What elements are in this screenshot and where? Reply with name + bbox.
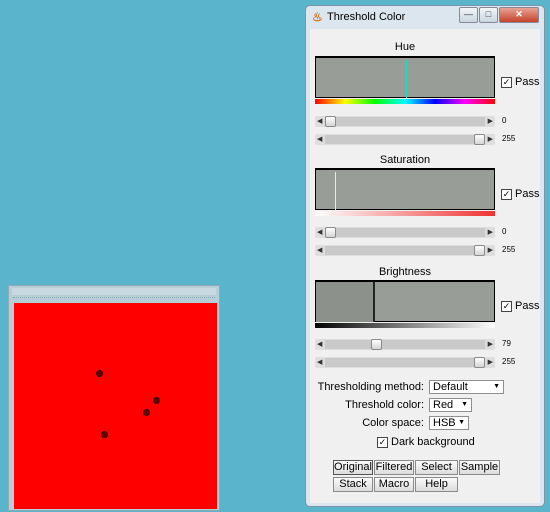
stack-button[interactable]: Stack	[333, 477, 373, 492]
dialog-body: Hue ✓ Pass ◀ ▶ 0 ◀ ▶ 255 Saturation ✓ Pa…	[310, 29, 540, 503]
dark-background-checkbox[interactable]: ✓ Dark background	[377, 436, 475, 448]
thresholding-method-select[interactable]: Default ▼	[429, 380, 504, 394]
right-arrow-icon[interactable]: ▶	[488, 116, 493, 127]
chevron-down-icon: ▼	[461, 401, 468, 408]
hue-max-slider[interactable]: ◀ ▶	[315, 134, 495, 145]
dark-background-label: Dark background	[391, 436, 475, 448]
color-space-select[interactable]: HSB ▼	[429, 416, 469, 430]
image-spot	[101, 431, 108, 438]
right-arrow-icon[interactable]: ▶	[488, 134, 493, 145]
image-window-titlebar[interactable]	[12, 288, 216, 295]
slider-thumb[interactable]	[474, 134, 485, 145]
minimize-icon[interactable]: —	[459, 7, 478, 23]
hue-pass-checkbox[interactable]: ✓ Pass	[501, 76, 539, 88]
hue-spectrum-bar	[315, 99, 495, 104]
saturation-gradient-bar	[315, 211, 495, 216]
threshold-color-select[interactable]: Red ▼	[429, 398, 472, 412]
left-arrow-icon[interactable]: ◀	[317, 227, 322, 238]
maximize-icon[interactable]: □	[479, 7, 498, 23]
left-arrow-icon[interactable]: ◀	[317, 116, 322, 127]
threshold-color-value: Red	[433, 399, 454, 411]
slider-thumb[interactable]	[474, 245, 485, 256]
window-titlebar[interactable]: ♨ Threshold Color — □ ✕	[306, 6, 544, 27]
chevron-down-icon: ▼	[458, 419, 465, 426]
image-spot	[153, 397, 160, 404]
slider-thumb[interactable]	[325, 116, 336, 127]
imagej-app-icon: ♨	[312, 10, 323, 24]
dark-background-check[interactable]: ✓	[377, 436, 388, 448]
hue-title: Hue	[394, 41, 416, 53]
chevron-down-icon: ▼	[493, 383, 500, 390]
saturation-pass-label: Pass	[515, 188, 540, 200]
saturation-histogram	[315, 168, 495, 210]
thresholding-method-label: Thresholding method:	[317, 381, 424, 393]
sample-button[interactable]: Sample	[459, 460, 500, 475]
image-canvas[interactable]	[14, 303, 217, 509]
brightness-min-value: 79	[502, 339, 511, 348]
left-arrow-icon[interactable]: ◀	[317, 357, 322, 368]
hue-histogram	[315, 56, 495, 98]
brightness-pass-checkbox[interactable]: ✓ Pass	[501, 300, 539, 312]
image-window[interactable]	[8, 285, 220, 511]
brightness-below-range	[316, 282, 374, 322]
left-arrow-icon[interactable]: ◀	[317, 245, 322, 256]
left-arrow-icon[interactable]: ◀	[317, 134, 322, 145]
hue-min-slider[interactable]: ◀ ▶	[315, 116, 495, 127]
brightness-max-value: 255	[502, 357, 516, 366]
hue-histogram-peak	[406, 60, 407, 98]
brightness-histogram	[315, 280, 495, 322]
slider-thumb[interactable]	[474, 357, 485, 368]
hue-max-value: 255	[502, 134, 516, 143]
saturation-title: Saturation	[379, 154, 431, 166]
filtered-button[interactable]: Filtered	[374, 460, 414, 475]
right-arrow-icon[interactable]: ▶	[488, 339, 493, 350]
right-arrow-icon[interactable]: ▶	[488, 357, 493, 368]
saturation-min-value: 0	[502, 227, 507, 236]
macro-button[interactable]: Macro	[374, 477, 414, 492]
original-button[interactable]: Original	[333, 460, 373, 475]
right-arrow-icon[interactable]: ▶	[488, 227, 493, 238]
slider-thumb[interactable]	[325, 227, 336, 238]
close-icon[interactable]: ✕	[499, 7, 539, 23]
hue-pass-check[interactable]: ✓	[501, 76, 512, 88]
threshold-color-label: Threshold color:	[345, 399, 424, 411]
hue-min-value: 0	[502, 116, 507, 125]
saturation-pass-checkbox[interactable]: ✓ Pass	[501, 188, 539, 200]
brightness-max-slider[interactable]: ◀ ▶	[315, 357, 495, 368]
brightness-pass-check[interactable]: ✓	[501, 300, 512, 312]
saturation-max-slider[interactable]: ◀ ▶	[315, 245, 495, 256]
thresholding-method-value: Default	[433, 381, 468, 393]
image-spot	[143, 409, 150, 416]
select-button[interactable]: Select	[415, 460, 458, 475]
brightness-gradient-bar	[315, 323, 495, 328]
saturation-pass-check[interactable]: ✓	[501, 188, 512, 200]
color-space-label: Color space:	[362, 417, 424, 429]
brightness-min-slider[interactable]: ◀ ▶	[315, 339, 495, 350]
help-button[interactable]: Help	[415, 477, 458, 492]
saturation-max-value: 255	[502, 245, 516, 254]
brightness-pass-label: Pass	[515, 300, 540, 312]
window-title: Threshold Color	[327, 11, 406, 23]
brightness-title: Brightness	[379, 266, 431, 278]
threshold-color-window[interactable]: ♨ Threshold Color — □ ✕ Hue ✓ Pass ◀ ▶ 0…	[305, 5, 545, 507]
right-arrow-icon[interactable]: ▶	[488, 245, 493, 256]
hue-pass-label: Pass	[515, 76, 540, 88]
brightness-histogram-peak	[373, 282, 375, 322]
image-spot	[96, 370, 103, 377]
saturation-min-slider[interactable]: ◀ ▶	[315, 227, 495, 238]
saturation-histogram-peak	[335, 172, 336, 210]
image-info-line	[13, 297, 215, 302]
color-space-value: HSB	[433, 417, 456, 429]
slider-thumb[interactable]	[371, 339, 382, 350]
left-arrow-icon[interactable]: ◀	[317, 339, 322, 350]
